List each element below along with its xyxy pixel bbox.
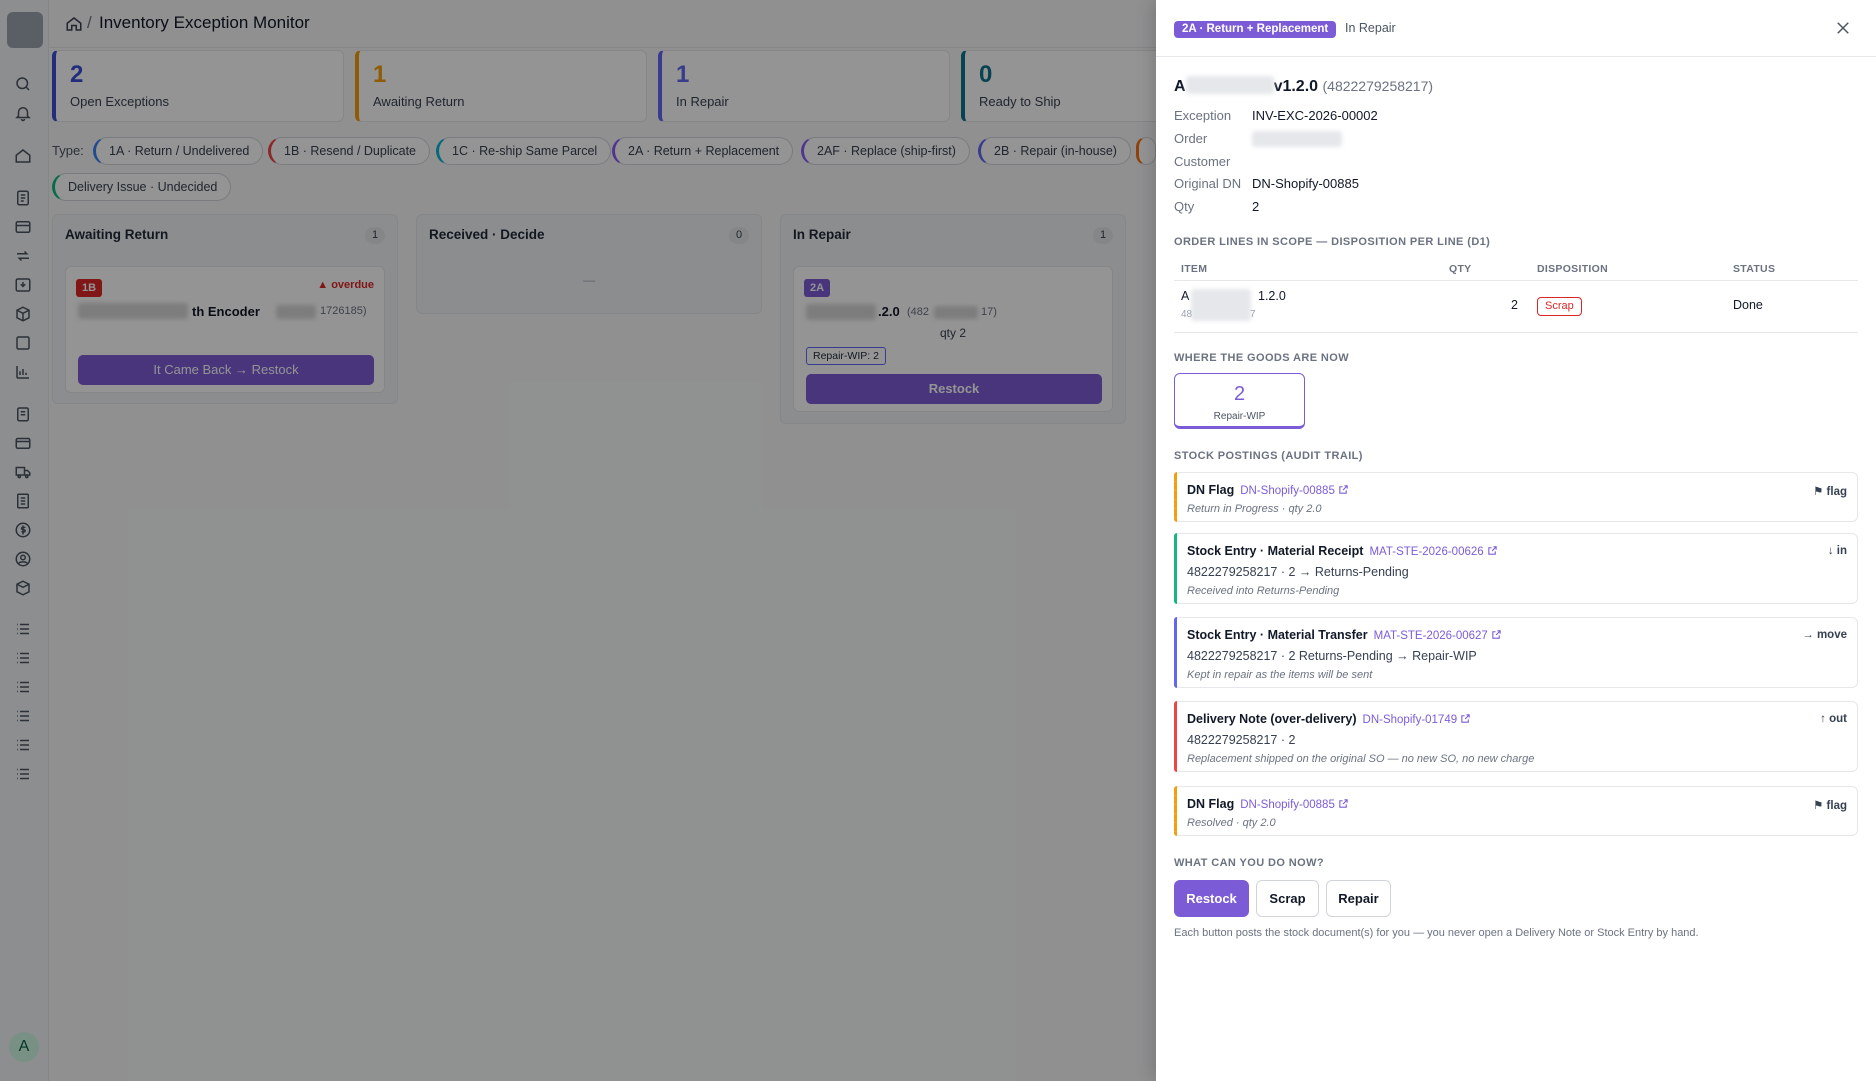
posting-title: DN Flag DN-Shopify-00885 [1187, 483, 1349, 497]
external-link-icon[interactable] [1338, 484, 1349, 495]
external-link-icon[interactable] [1487, 545, 1498, 556]
posting-note: Kept in repair as the items will be sent [1187, 669, 1373, 681]
item-title: Av1.2.0 (4822279258217) [1174, 76, 1433, 96]
posting-note: Replacement shipped on the original SO —… [1187, 753, 1535, 765]
table-divider [1174, 332, 1858, 333]
line-status: Done [1733, 298, 1763, 312]
posting-note: Return in Progress · qty 2.0 [1187, 503, 1322, 515]
location-qty: 2 [1233, 383, 1246, 405]
line-item-code-prefix: 48 [1181, 309, 1193, 320]
status-label: In Repair [1345, 21, 1396, 35]
detail-key: Exception [1174, 108, 1232, 123]
posting-direction-move: → move [1802, 629, 1847, 641]
posting-type: Stock Entry · Material Transfer [1187, 628, 1368, 642]
posting-accent [1174, 786, 1177, 836]
column-header-disposition: DISPOSITION [1537, 263, 1608, 275]
restock-button[interactable]: Restock [1174, 880, 1249, 917]
item-code: (4822279258217) [1322, 78, 1434, 94]
section-title-location: WHERE THE GOODS ARE NOW [1174, 352, 1350, 364]
title-prefix: A [1174, 78, 1186, 95]
scrap-button[interactable]: Scrap [1256, 880, 1319, 917]
external-link-icon[interactable] [1491, 629, 1502, 640]
posting-type: DN Flag [1187, 483, 1235, 497]
posting-title: DN Flag DN-Shopify-00885 [1187, 797, 1349, 811]
posting-link[interactable]: MAT-STE-2026-00627 [1374, 630, 1488, 642]
section-title-postings: STOCK POSTINGS (AUDIT TRAIL) [1174, 450, 1363, 462]
external-link-icon[interactable] [1338, 798, 1349, 809]
posting-accent [1174, 617, 1177, 688]
redacted-line-item [1191, 289, 1251, 321]
posting-entry: Stock Entry · Material Receipt MAT-STE-20… [1174, 533, 1858, 604]
posting-type: DN Flag [1187, 797, 1235, 811]
repair-button[interactable]: Repair [1326, 880, 1391, 917]
posting-note: Resolved · qty 2.0 [1187, 817, 1276, 829]
detail-key: Qty [1174, 199, 1195, 214]
posting-direction-flag: ⚑ flag [1813, 800, 1847, 812]
line-item-code-suffix: 7 [1250, 309, 1256, 320]
posting-entry: Delivery Note (over-delivery) DN-Shopify-… [1174, 701, 1858, 772]
column-header-item: ITEM [1181, 263, 1208, 275]
posting-direction-out: ↑ out [1820, 713, 1847, 725]
posting-link[interactable]: DN-Shopify-00885 [1240, 799, 1335, 811]
exception-detail-drawer: 2A · Return + Replacement In Repair Av1.… [1156, 0, 1876, 1081]
title-suffix: v1.2.0 [1273, 78, 1319, 95]
original-dn: DN-Shopify-00885 [1252, 176, 1359, 191]
type-badge: 2A · Return + Replacement [1174, 21, 1337, 38]
posting-detail: 4822279258217 · 2 Returns-Pending → Repa… [1187, 649, 1477, 663]
line-item-name-prefix: A [1181, 289, 1190, 303]
actions-footnote: Each button posts the stock document(s) … [1174, 927, 1699, 939]
posting-detail: 4822279258217 · 2 [1187, 733, 1296, 747]
posting-type: Stock Entry · Material Receipt [1187, 544, 1364, 558]
posting-detail: 4822279258217 · 2 → Returns-Pending [1187, 565, 1409, 579]
posting-accent [1174, 472, 1177, 522]
close-icon[interactable] [1834, 19, 1852, 37]
column-header-status: STATUS [1733, 263, 1776, 275]
posting-title: Stock Entry · Material Receipt MAT-STE-20… [1187, 544, 1498, 558]
posting-link[interactable]: MAT-STE-2026-00626 [1369, 546, 1483, 558]
posting-direction-flag: ⚑ flag [1813, 486, 1847, 498]
redacted-order [1252, 131, 1342, 147]
header-divider [1156, 56, 1876, 57]
posting-accent [1174, 533, 1177, 604]
posting-entry: Stock Entry · Material Transfer MAT-STE-2… [1174, 617, 1858, 688]
posting-note: Received into Returns-Pending [1187, 585, 1340, 597]
posting-direction-in: ↓ in [1827, 545, 1847, 557]
line-qty: 2 [1511, 298, 1518, 312]
detail-key: Original DN [1174, 176, 1242, 191]
posting-type: Delivery Note (over-delivery) [1187, 712, 1357, 726]
posting-link[interactable]: DN-Shopify-01749 [1363, 714, 1458, 726]
posting-title: Stock Entry · Material Transfer MAT-STE-2… [1187, 628, 1502, 642]
column-header-qty: QTY [1449, 263, 1472, 275]
location-card-repair-wip[interactable]: 2 Repair-WIP [1174, 373, 1305, 429]
section-title-actions: WHAT CAN YOU DO NOW? [1174, 857, 1324, 869]
section-title-order-lines: ORDER LINES IN SCOPE — DISPOSITION PER L… [1174, 236, 1491, 248]
detail-key: Order [1174, 131, 1208, 146]
line-item-name-suffix: 1.2.0 [1258, 289, 1286, 303]
qty-value: 2 [1252, 199, 1260, 214]
external-link-icon[interactable] [1460, 713, 1471, 724]
table-divider [1174, 280, 1858, 281]
posting-link[interactable]: DN-Shopify-00885 [1240, 485, 1335, 497]
redacted-title [1185, 76, 1274, 94]
location-label: Repair-WIP [1213, 411, 1266, 422]
posting-accent [1174, 701, 1177, 772]
posting-entry: DN Flag DN-Shopify-00885 ⚑ flag Resolved … [1174, 786, 1858, 836]
disposition-scrap-tag[interactable]: Scrap [1537, 297, 1582, 316]
exception-id: INV-EXC-2026-00002 [1252, 108, 1378, 123]
posting-title: Delivery Note (over-delivery) DN-Shopify-… [1187, 712, 1471, 726]
posting-entry: DN Flag DN-Shopify-00885 ⚑ flag Return in… [1174, 472, 1858, 522]
detail-key: Customer [1174, 154, 1231, 169]
